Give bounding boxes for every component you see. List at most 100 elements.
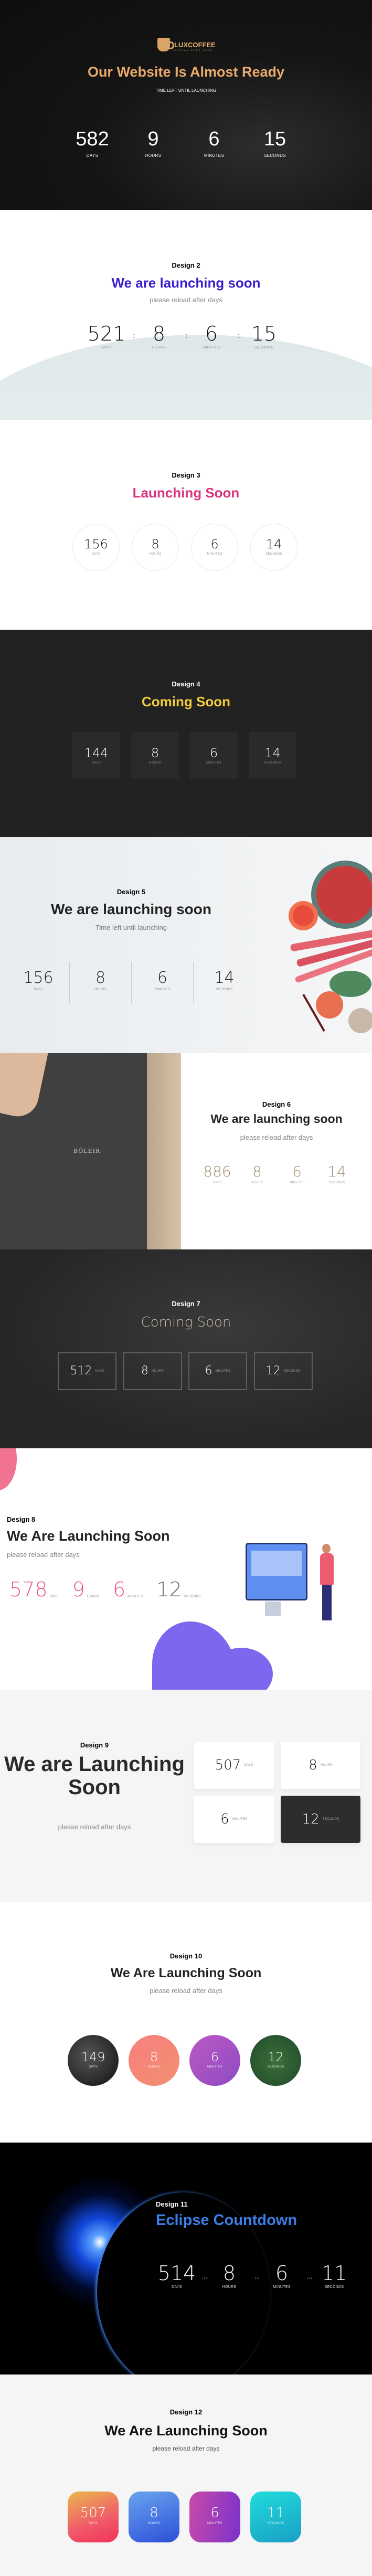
countdown: 149 DAYS 8 HOURS 6 MINUTES 12 SECONDS [68,2035,311,2086]
heading: We are launching soon [111,275,261,291]
hours-value: 8 [95,969,106,987]
countdown-seconds: 14 SECONDS [193,962,255,1004]
seconds-label: SECONDS [267,2522,284,2525]
design-5-section: Design 5 We are launching soon Time left… [0,837,372,1053]
countdown-minutes: 6 MINUTES [189,2492,240,2542]
heading: Coming Soon [141,1314,231,1330]
days-label: DAYS [49,1595,59,1598]
countdown-days: 521 DAYS: [80,322,135,349]
minutes-label: MINUTES [203,346,220,349]
seconds-label: SECONDS [324,2285,344,2289]
countdown-seconds: 11 SECONDS [250,2492,301,2542]
seconds-value: 15 [251,322,277,345]
countdown-days: 512 DAYS [58,1352,116,1390]
hours-value: 9 [147,128,159,150]
seconds-value: 15 [263,128,286,150]
countdown: 512 DAYS 8 HOURS 6 MINUTES 12 SECONDS [58,1352,319,1390]
hours-value: 9 [72,1578,85,1601]
countdown-hours: 8 HOURS [123,1352,182,1390]
days-label: DAYS [88,2065,98,2069]
monitor-illustration [246,1543,307,1600]
countdown: 156 DAYS 8 HOURS 6 MINUTES 14 SECONDS [72,524,310,571]
design-10-section: Design 10 We Are Launching Soon please r… [0,1902,372,2143]
seconds-value: 11 [321,2262,347,2285]
countdown-days: 149 DAYS [68,2035,119,2086]
days-value: 521 [87,322,126,345]
days-value: 886 [203,1163,231,1180]
countdown-seconds: 14 SECONDS [249,732,296,779]
seconds-label: SECONDS [216,988,233,991]
brand-slogan: SLOGAN GOES HERE [174,49,213,51]
hours-value: 8 [151,746,160,760]
design-3-section: Design 3 Launching Soon 156 DAYS 8 HOURS 6 MI… [0,420,372,630]
fruit-photo [289,861,372,1033]
heading: We are launching soon [210,1112,343,1126]
countdown-minutes: 6 MINUTES [184,129,245,158]
countdown-hours: 8 HOURS [237,1164,277,1185]
hours-label: HOURS [147,2065,161,2069]
subtitle: please reload after days [7,1551,80,1559]
days-value: 144 [84,746,109,760]
countdown-minutes: 6 MINUTES [189,2035,240,2086]
hours-label: HOURS [151,1370,164,1373]
countdown-minutes: 6 MINUTES... [256,2263,312,2289]
minutes-label: MINUTES [215,1370,231,1373]
hours-label: HOURS [148,761,162,765]
countdown-days: 156 DAYS [7,962,69,1004]
minutes-value: 6 [205,322,218,345]
design-12-section: Design 12 We Are Launching Soon please r… [0,2374,372,2576]
design-label: Design 10 [169,1952,203,1960]
countdown: 886 DAYS 8 HOURS 6 MINUTES 14 SECONDS [197,1163,357,1185]
seconds-value: 14 [214,969,235,987]
hours-label: HOURS [87,1595,99,1598]
countdown-seconds: 15 SECONDS [245,129,305,158]
countdown-seconds: 12 SECONDS [250,2035,301,2086]
minutes-value: 6 [210,2050,219,2064]
days-value: 578 [9,1578,48,1601]
heading: We Are Launching Soon [110,1966,262,1980]
countdown-seconds: 14 SECONDS [317,1163,357,1185]
countdown-hours: 9 HOURS [72,1579,99,1599]
countdown-hours: 8 HOURS [281,1742,360,1789]
seconds-value: 12 [265,1364,281,1377]
minutes-label: MINUTES [127,1595,143,1598]
hours-label: HOURS [320,1764,333,1767]
days-value: 156 [84,537,108,552]
countdown-days: 886 DAYS [197,1163,237,1185]
design-label: Design 3 [172,471,200,479]
countdown-minutes: 6 MINUTES [190,732,238,779]
design-label: Design 11 [156,2200,188,2208]
minutes-label: MINUTES [154,988,171,991]
heading: We Are Launching Soon [7,1528,170,1544]
minutes-label: MINUTES [207,553,222,556]
hours-value: 8 [309,1757,317,1773]
countdown-days: 578 DAYS [9,1579,59,1599]
hours-value: 8 [150,2505,158,2521]
countdown-seconds: 12 SECONDS [156,1579,200,1599]
countdown-hours: 8 HOURS: [133,324,187,349]
countdown-seconds: 12 SECONDS [281,1796,360,1843]
minutes-label: MINUTES [289,1181,305,1184]
countdown-hours: 8 HOURS [131,732,179,779]
subtitle: TIME LEFT UNTIL LAUNCHING [155,88,217,93]
subtitle: please reload after days [58,1823,131,1831]
minutes-value: 6 [292,1163,302,1180]
days-label: DAYS [88,2522,98,2525]
countdown-minutes: 6 MINUTES [113,1579,143,1599]
design-label: Design 4 [172,680,200,688]
countdown-seconds: 15 SECONDS [238,324,290,349]
design-label: Design 8 [7,1515,36,1523]
design-7-section: Design 7 Coming Soon 512 DAYS 8 HOURS 6 MINUT… [0,1249,372,1448]
days-label: DAYS [172,2285,182,2289]
hours-label: HOURS [152,346,166,349]
seconds-value: 14 [327,1163,346,1180]
countdown: 521 DAYS:8 HOURS:6 MINUTES:15 SECONDS [80,324,290,349]
hours-label: HOURS [251,1181,263,1184]
days-value: 507 [215,1757,241,1773]
heading: Eclipse Countdown [156,2212,297,2229]
seconds-value: 12 [268,2050,284,2064]
design-8-section: Design 8 We Are Launching Soon please re… [0,1448,372,1690]
minutes-label: MINUTES [207,2522,223,2525]
days-label: DAYS [91,761,101,765]
subtitle: please reload after days [150,296,222,304]
